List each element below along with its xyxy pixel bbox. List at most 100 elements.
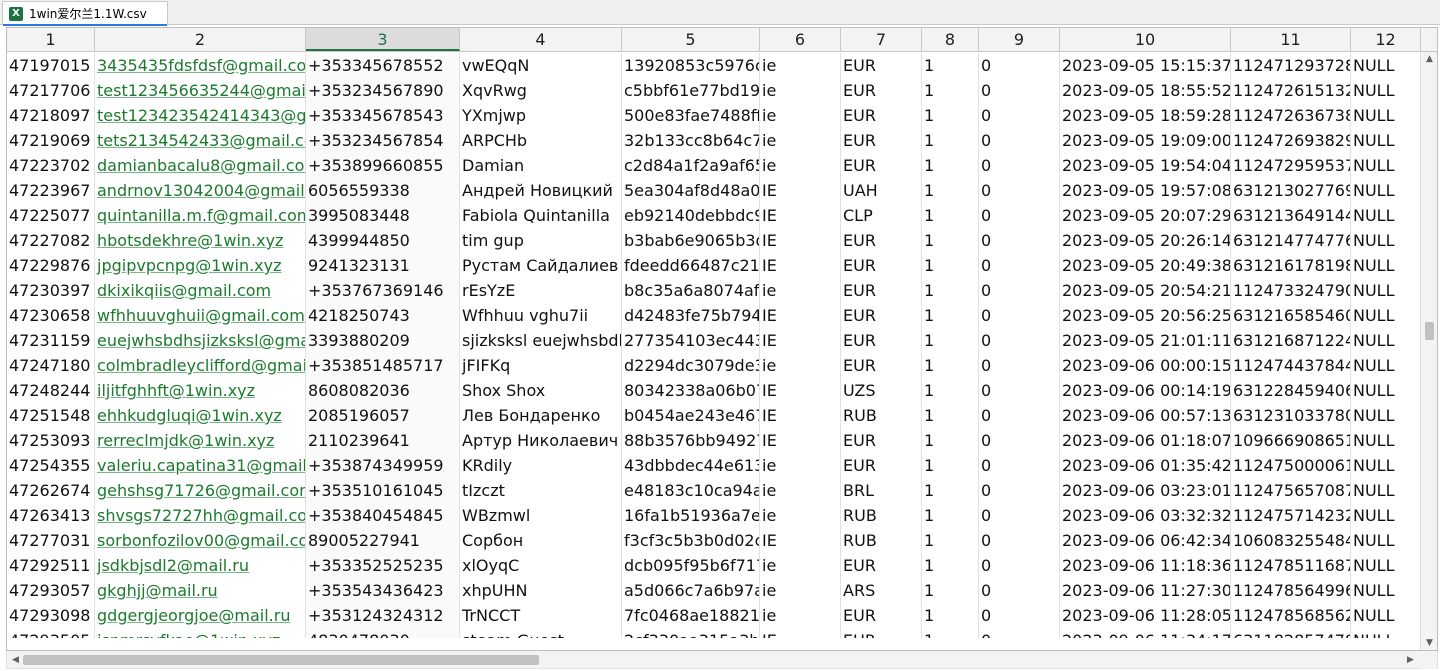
table-cell[interactable]: NULL <box>1351 353 1420 378</box>
table-cell[interactable]: 2cf330aa315a3b2 <box>622 628 760 638</box>
table-cell[interactable]: sjizksksl euejwhsbdh <box>460 328 622 353</box>
table-cell[interactable]: NULL <box>1351 503 1420 528</box>
email-link-cell[interactable]: wfhhuuvghuii@gmail.com <box>95 303 306 328</box>
table-cell[interactable]: ie <box>760 553 841 578</box>
table-cell[interactable]: xlOyqC <box>460 553 622 578</box>
table-cell[interactable]: 47223702 <box>7 153 95 178</box>
table-cell[interactable]: Damian <box>460 153 622 178</box>
table-cell[interactable]: EUR <box>841 253 922 278</box>
table-cell[interactable]: 631216585460 <box>1231 303 1351 328</box>
table-cell[interactable]: steam Guest <box>460 628 622 638</box>
table-cell[interactable]: IE <box>760 178 841 203</box>
email-link-cell[interactable]: andrnov13042004@gmail.c <box>95 178 306 203</box>
table-cell[interactable]: 1124726151324 <box>1231 78 1351 103</box>
table-cell[interactable]: +353124324312 <box>306 603 460 628</box>
table-cell[interactable]: 2023-09-06 00:57:13 <box>1060 403 1231 428</box>
table-cell[interactable]: 631182857478 <box>1231 628 1351 638</box>
table-cell[interactable]: 47197015 <box>7 53 95 78</box>
table-cell[interactable]: 631216178198 <box>1231 253 1351 278</box>
table-cell[interactable]: 1 <box>922 303 979 328</box>
email-link-cell[interactable]: gehshsg71726@gmail.com <box>95 478 306 503</box>
table-cell[interactable]: 631214774776 <box>1231 228 1351 253</box>
email-link-cell[interactable]: dkixikqiis@gmail.com <box>95 278 306 303</box>
table-cell[interactable]: 0 <box>979 103 1060 128</box>
table-cell[interactable]: 1 <box>922 128 979 153</box>
table-cell[interactable]: dcb095f95b6f717 <box>622 553 760 578</box>
table-cell[interactable]: tIzczt <box>460 478 622 503</box>
table-cell[interactable]: EUR <box>841 103 922 128</box>
table-cell[interactable]: 1 <box>922 278 979 303</box>
table-cell[interactable]: 0 <box>979 228 1060 253</box>
table-cell[interactable]: 0 <box>979 78 1060 103</box>
table-cell[interactable]: NULL <box>1351 303 1420 328</box>
table-cell[interactable]: 2023-09-06 11:18:36 <box>1060 553 1231 578</box>
table-cell[interactable]: +353851485717 <box>306 353 460 378</box>
table-cell[interactable]: BRL <box>841 478 922 503</box>
table-cell[interactable]: rEsYzE <box>460 278 622 303</box>
table-cell[interactable]: 89005227941 <box>306 528 460 553</box>
table-cell[interactable]: 1124756570879 <box>1231 478 1351 503</box>
table-cell[interactable]: c5bbf61e77bd199 <box>622 78 760 103</box>
vertical-scroll-thumb[interactable] <box>1425 322 1434 340</box>
table-cell[interactable]: 1 <box>922 428 979 453</box>
table-cell[interactable]: 2023-09-06 06:42:34 <box>1060 528 1231 553</box>
table-cell[interactable]: RUB <box>841 503 922 528</box>
email-link-cell[interactable]: isnmrsvfkao@1win.xyz <box>95 628 306 638</box>
table-cell[interactable]: 2023-09-05 21:01:11 <box>1060 328 1231 353</box>
table-cell[interactable]: Лев Бондаренко <box>460 403 622 428</box>
scroll-down-arrow-icon[interactable]: ▼ <box>1421 636 1437 650</box>
table-cell[interactable]: +353840454845 <box>306 503 460 528</box>
table-cell[interactable]: vwEQqN <box>460 53 622 78</box>
table-cell[interactable]: 47248244 <box>7 378 95 403</box>
email-link-cell[interactable]: gkghjj@mail.ru <box>95 578 306 603</box>
table-cell[interactable]: 1124726367384 <box>1231 103 1351 128</box>
table-cell[interactable]: 47253093 <box>7 428 95 453</box>
table-cell[interactable]: 43dbbdec44e613 <box>622 453 760 478</box>
table-cell[interactable]: jFIFKq <box>460 353 622 378</box>
table-cell[interactable]: 0 <box>979 178 1060 203</box>
table-cell[interactable]: IE <box>760 253 841 278</box>
email-link-cell[interactable]: 3435435fdsfdsf@gmail.com <box>95 53 306 78</box>
table-cell[interactable]: YXmjwp <box>460 103 622 128</box>
table-cell[interactable]: NULL <box>1351 228 1420 253</box>
table-cell[interactable]: d42483fe75b7947 <box>622 303 760 328</box>
table-cell[interactable]: d2294dc3079de3 <box>622 353 760 378</box>
table-cell[interactable]: NULL <box>1351 203 1420 228</box>
table-cell[interactable]: 1 <box>922 203 979 228</box>
table-cell[interactable]: EUR <box>841 553 922 578</box>
table-cell[interactable]: NULL <box>1351 253 1420 278</box>
column-header-1[interactable]: 1 <box>7 28 95 51</box>
table-cell[interactable]: Shox Shox <box>460 378 622 403</box>
column-header-5[interactable]: 5 <box>622 28 760 51</box>
table-cell[interactable]: a5d066c7a6b97a6 <box>622 578 760 603</box>
email-link-cell[interactable]: valeriu.capatina31@gmail.c <box>95 453 306 478</box>
table-cell[interactable]: 2023-09-05 20:54:21 <box>1060 278 1231 303</box>
table-cell[interactable]: NULL <box>1351 103 1420 128</box>
table-cell[interactable]: 47293098 <box>7 603 95 628</box>
table-cell[interactable]: Сорбон <box>460 528 622 553</box>
table-cell[interactable]: 1124744378442 <box>1231 353 1351 378</box>
table-cell[interactable]: 0 <box>979 403 1060 428</box>
table-cell[interactable]: 32b133cc8b64c7e <box>622 128 760 153</box>
table-cell[interactable]: +353345678552 <box>306 53 460 78</box>
table-cell[interactable]: 1 <box>922 628 979 638</box>
table-cell[interactable]: 47292511 <box>7 553 95 578</box>
table-cell[interactable]: 2023-09-06 03:32:32 <box>1060 503 1231 528</box>
column-header-11[interactable]: 11 <box>1231 28 1351 51</box>
table-cell[interactable]: 0 <box>979 553 1060 578</box>
table-cell[interactable]: 88b3576bb94927 <box>622 428 760 453</box>
email-link-cell[interactable]: tets2134542433@gmail.cor <box>95 128 306 153</box>
table-cell[interactable]: 3995083448 <box>306 203 460 228</box>
horizontal-scroll-thumb[interactable] <box>23 655 539 665</box>
email-link-cell[interactable]: quintanilla.m.f@gmail.com <box>95 203 306 228</box>
table-cell[interactable]: 47293505 <box>7 628 95 638</box>
table-cell[interactable]: ie <box>760 453 841 478</box>
table-cell[interactable]: 0 <box>979 203 1060 228</box>
table-cell[interactable]: NULL <box>1351 128 1420 153</box>
table-cell[interactable]: 47262674 <box>7 478 95 503</box>
table-cell[interactable]: NULL <box>1351 553 1420 578</box>
table-cell[interactable]: 5ea304af8d48a07 <box>622 178 760 203</box>
table-cell[interactable]: 631231033780 <box>1231 403 1351 428</box>
table-cell[interactable]: EUR <box>841 278 922 303</box>
table-cell[interactable]: 1 <box>922 53 979 78</box>
